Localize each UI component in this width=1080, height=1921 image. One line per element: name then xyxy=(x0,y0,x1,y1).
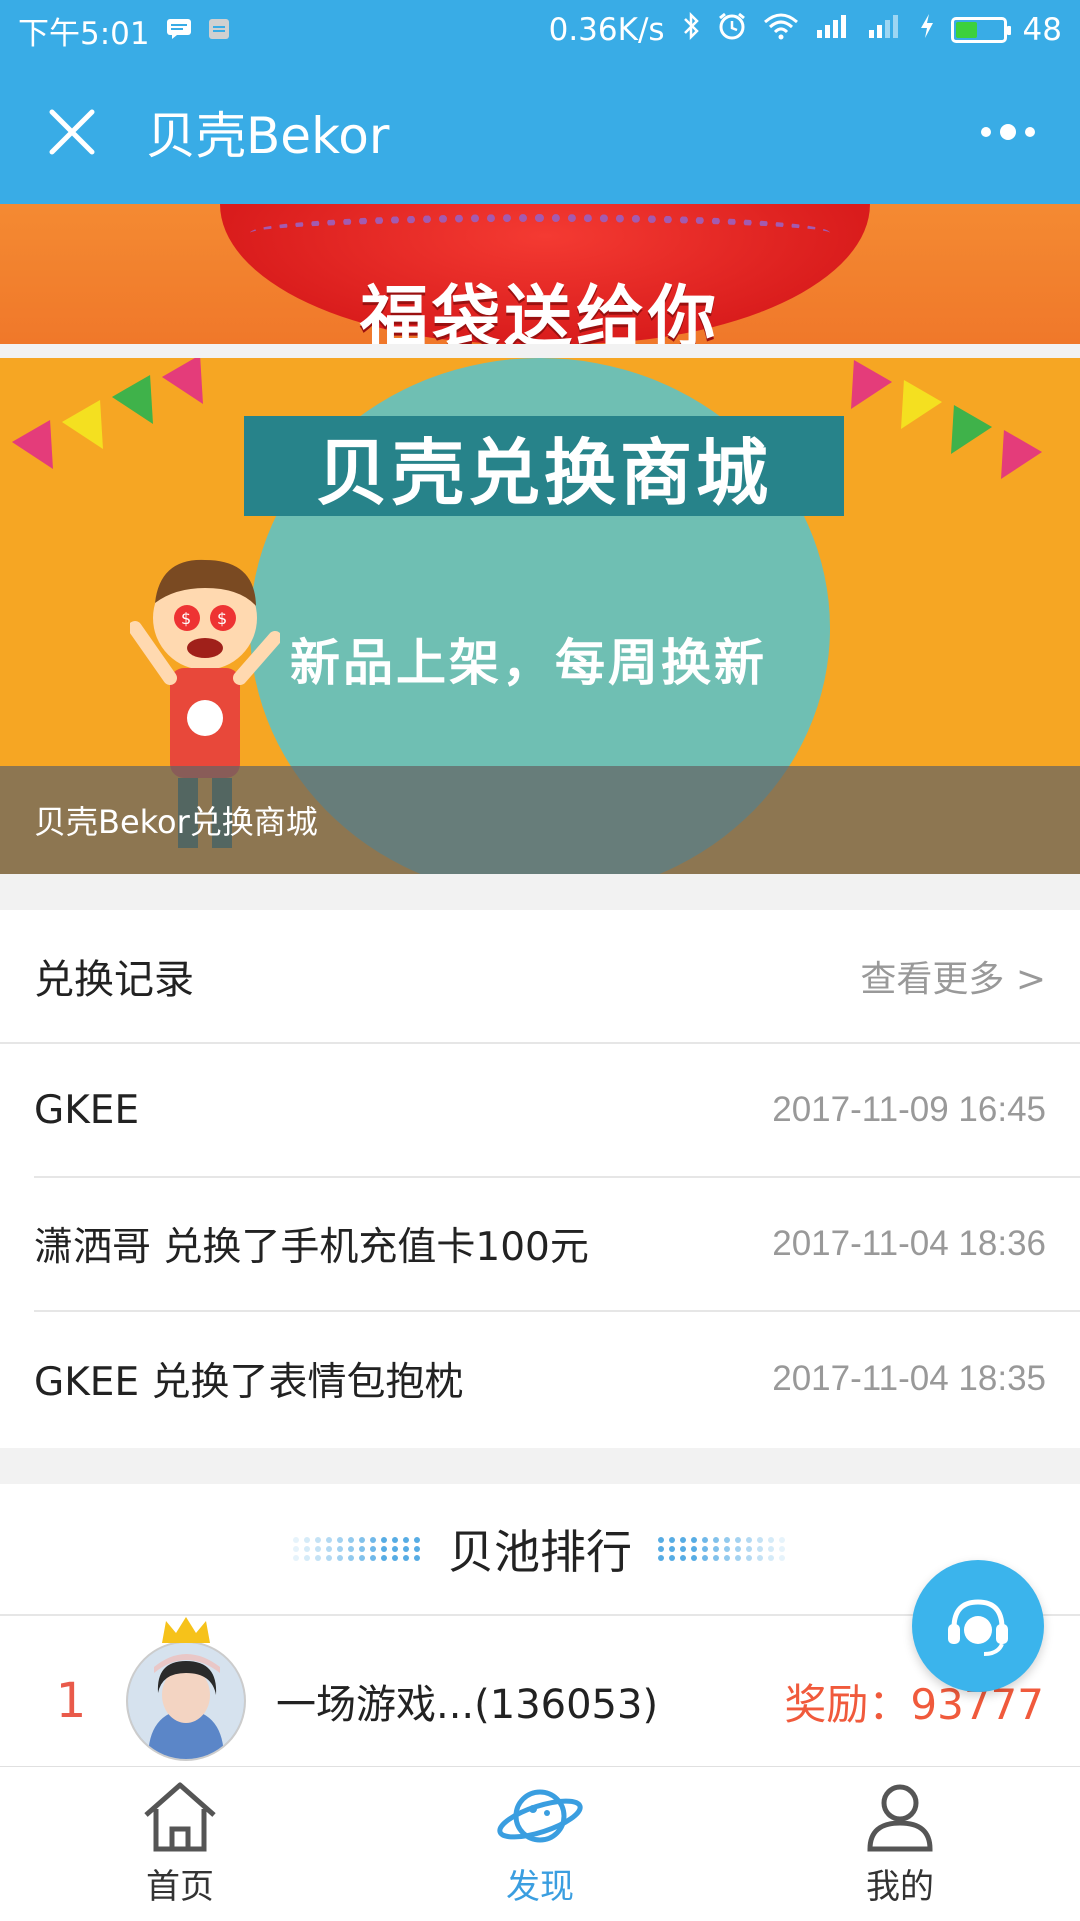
battery-icon xyxy=(950,17,1011,43)
page-title: 贝壳Bekor xyxy=(146,107,390,165)
bottom-tab-bar: 首页 发现 我的 xyxy=(0,1766,1080,1921)
banner-caption-text: 贝壳Bekor兑换商城 xyxy=(34,803,318,841)
network-speed: 0.36K/s xyxy=(548,12,665,48)
customer-service-button[interactable] xyxy=(912,1560,1044,1692)
exchange-records-card: 兑换记录 查看更多 > GKEE 2017-11-09 16:45 潇洒哥 兑换… xyxy=(0,910,1080,1448)
charging-icon xyxy=(919,12,935,48)
message-icon xyxy=(166,12,192,48)
home-icon xyxy=(144,1782,216,1852)
exchange-records-title: 兑换记录 xyxy=(34,957,194,1003)
flag-decoration xyxy=(11,419,73,481)
flag-decoration xyxy=(981,429,1043,491)
rank-user-name: 一场游戏...(136053) xyxy=(276,1682,659,1728)
record-row: 潇洒哥 兑换了手机充值卡100元 2017-11-04 18:36 xyxy=(34,1178,1080,1312)
status-time: 下午5:01 xyxy=(18,15,150,52)
alarm-icon xyxy=(717,11,747,49)
svg-text:$: $ xyxy=(217,609,227,628)
more-dots-icon xyxy=(981,124,1035,140)
flag-decoration xyxy=(931,404,993,466)
flag-decoration xyxy=(111,374,173,436)
lucky-bag-banner[interactable]: 福袋送给你 xyxy=(0,204,1080,344)
lucky-bag-banner-text: 福袋送给你 xyxy=(359,279,720,344)
flag-decoration xyxy=(161,358,223,416)
flag-decoration xyxy=(61,399,123,461)
avatar-container xyxy=(126,1617,246,1761)
record-time: 2017-11-04 18:36 xyxy=(772,1224,1046,1263)
record-time: 2017-11-04 18:35 xyxy=(772,1359,1046,1398)
mall-subtitle: 新品上架，每周换新 xyxy=(290,634,767,692)
tab-mine[interactable]: 我的 xyxy=(720,1767,1080,1921)
signal-icon xyxy=(815,12,851,48)
user-icon xyxy=(867,1784,933,1852)
record-row: GKEE 2017-11-09 16:45 xyxy=(34,1044,1080,1178)
title-bar: 贝壳Bekor xyxy=(0,60,1080,204)
avatar xyxy=(126,1641,246,1761)
close-button[interactable] xyxy=(36,96,108,168)
tab-discover[interactable]: 发现 xyxy=(360,1767,720,1921)
exchange-mall-banner[interactable]: 贝壳兑换商城 新品上架，每周换新 $ $ 贝壳Bekor兑换商城 xyxy=(0,358,1080,874)
dots-decoration-right xyxy=(658,1537,787,1561)
tab-home-label: 首页 xyxy=(146,1867,214,1907)
rank-number: 1 xyxy=(55,1673,87,1729)
record-row: GKEE 兑换了表情包抱枕 2017-11-04 18:35 xyxy=(34,1312,1080,1446)
headset-icon xyxy=(948,1599,1008,1656)
tab-home[interactable]: 首页 xyxy=(0,1767,360,1921)
notification-icon xyxy=(208,12,230,48)
pouch-rope-decoration xyxy=(250,214,830,252)
dots-decoration-left xyxy=(293,1537,422,1561)
tab-discover-label: 发现 xyxy=(506,1867,574,1907)
mall-title: 贝壳兑换商城 xyxy=(244,416,844,516)
bluetooth-icon xyxy=(681,11,701,49)
close-icon xyxy=(49,109,95,155)
ranking-title: 贝池排行 xyxy=(448,1525,632,1579)
banner-caption: 贝壳Bekor兑换商城 xyxy=(0,766,1080,874)
record-text: GKEE xyxy=(34,1087,140,1133)
record-text: GKEE 兑换了表情包抱枕 xyxy=(34,1360,464,1405)
battery-percent: 48 xyxy=(1022,12,1062,48)
more-button[interactable] xyxy=(972,96,1044,168)
record-text: 潇洒哥 兑换了手机充值卡100元 xyxy=(34,1225,589,1270)
crown-icon xyxy=(162,1617,210,1643)
svg-text:$: $ xyxy=(181,609,191,628)
status-bar: 下午5:01 0.36K/s 48 xyxy=(0,0,1080,60)
view-more-link[interactable]: 查看更多 > xyxy=(860,950,1046,1002)
exchange-records-header: 兑换记录 查看更多 > xyxy=(0,910,1080,1044)
flag-decoration xyxy=(881,379,943,441)
record-time: 2017-11-09 16:45 xyxy=(772,1090,1046,1129)
tab-mine-label: 我的 xyxy=(866,1867,934,1907)
flag-decoration xyxy=(831,359,893,421)
planet-icon xyxy=(497,1789,583,1843)
wifi-icon xyxy=(763,12,799,48)
signal-icon-2 xyxy=(867,12,903,48)
